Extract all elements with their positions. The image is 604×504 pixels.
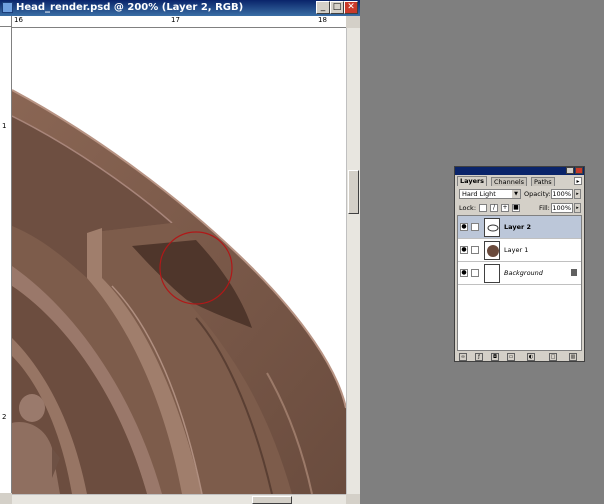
palette-minimize-button[interactable] xyxy=(566,167,574,174)
photoshop-document-icon xyxy=(2,2,13,13)
blend-mode-value: Hard Light xyxy=(462,190,496,198)
layer-2-thumbnail-art xyxy=(487,224,499,232)
document-window: Head_render.psd @ 200% (Layer 2, RGB) _ … xyxy=(0,0,360,504)
ruler-label: 16 xyxy=(14,16,23,24)
palette-tabs: Layers Channels Paths xyxy=(457,176,582,187)
tab-layers[interactable]: Layers xyxy=(457,176,488,186)
layers-palette: Layers Channels Paths ▸ Hard Light ▼ Opa… xyxy=(454,166,585,362)
mask-icon[interactable]: ◘ xyxy=(491,353,499,361)
opacity-field[interactable]: 100% xyxy=(551,189,573,199)
layer-1-thumbnail-art xyxy=(487,245,499,257)
lock-fill-row: Lock: / + ■ Fill: 100% ▸ xyxy=(457,203,582,213)
layer-name: Layer 1 xyxy=(504,246,529,254)
fill-field[interactable]: 100% xyxy=(551,203,573,213)
layer-row-background[interactable]: ● Background xyxy=(458,262,581,285)
adjustment-layer-icon[interactable]: ◐ xyxy=(527,353,535,361)
horizontal-scrollbar[interactable] xyxy=(12,494,346,504)
trash-icon[interactable]: ▥ xyxy=(569,353,577,361)
ruler-label: 2 xyxy=(2,413,7,421)
lock-icon xyxy=(571,269,577,276)
document-title: Head_render.psd @ 200% (Layer 2, RGB) xyxy=(16,2,244,13)
fill-slider-button[interactable]: ▸ xyxy=(574,203,581,213)
new-layer-icon[interactable]: □ xyxy=(549,353,557,361)
render-artwork xyxy=(12,89,346,494)
palette-title-bar[interactable] xyxy=(455,167,584,175)
lock-brush-icon[interactable]: / xyxy=(490,204,498,212)
layer-row-layer-1[interactable]: ● Layer 1 xyxy=(458,239,581,262)
chevron-down-icon: ▼ xyxy=(512,190,520,198)
layer-list: ● Layer 2 ● Layer 1 ● Background xyxy=(457,215,582,351)
visibility-eye-icon[interactable]: ● xyxy=(460,269,468,277)
lock-label: Lock: xyxy=(459,204,477,212)
ruler-origin[interactable] xyxy=(0,16,12,27)
blend-mode-select[interactable]: Hard Light ▼ xyxy=(459,189,521,199)
close-button[interactable]: ✕ xyxy=(344,1,358,14)
vertical-ruler[interactable]: 1 2 xyxy=(0,27,12,493)
layer-thumbnail xyxy=(484,264,500,283)
link-layers-icon[interactable]: ∞ xyxy=(459,353,467,361)
ruler-label: 1 xyxy=(2,122,7,130)
layer-thumbnail xyxy=(484,218,500,237)
layer-thumbnail xyxy=(484,241,500,260)
brush-link-icon[interactable] xyxy=(471,223,479,231)
palette-close-button[interactable] xyxy=(575,167,583,174)
opacity-slider-button[interactable]: ▸ xyxy=(574,189,581,199)
lock-transparency-icon[interactable] xyxy=(479,204,487,212)
vertical-scrollbar[interactable] xyxy=(346,28,360,494)
layer-row-layer-2[interactable]: ● Layer 2 xyxy=(458,216,581,239)
palette-footer: ∞ ƒ ◘ ▭ ◐ □ ▥ xyxy=(457,353,582,361)
lock-all-icon[interactable]: ■ xyxy=(512,204,520,212)
palette-menu-button[interactable]: ▸ xyxy=(574,177,582,185)
new-group-icon[interactable]: ▭ xyxy=(507,353,515,361)
layer-name: Layer 2 xyxy=(504,223,531,231)
ruler-label: 18 xyxy=(318,16,327,24)
vertical-scroll-thumb[interactable] xyxy=(348,170,359,214)
layer-name: Background xyxy=(504,269,543,277)
tab-channels[interactable]: Channels xyxy=(491,177,528,186)
tab-paths[interactable]: Paths xyxy=(531,177,555,186)
maximize-button[interactable]: □ xyxy=(330,1,344,14)
brush-link-icon[interactable] xyxy=(471,246,479,254)
image-canvas[interactable] xyxy=(12,28,346,494)
minimize-button[interactable]: _ xyxy=(316,1,330,14)
visibility-eye-icon[interactable]: ● xyxy=(460,246,468,254)
document-title-bar[interactable]: Head_render.psd @ 200% (Layer 2, RGB) _ … xyxy=(0,0,360,16)
fill-label: Fill: xyxy=(539,204,550,212)
ruler-label: 17 xyxy=(171,16,180,24)
blend-opacity-row: Hard Light ▼ Opacity: 100% ▸ xyxy=(457,189,582,199)
horizontal-ruler[interactable]: 16 17 18 xyxy=(12,16,346,28)
visibility-eye-icon[interactable]: ● xyxy=(460,223,468,231)
figure-head xyxy=(19,394,45,422)
opacity-label: Opacity: xyxy=(524,190,551,198)
lock-move-icon[interactable]: + xyxy=(501,204,509,212)
layer-style-icon[interactable]: ƒ xyxy=(475,353,483,361)
horizontal-scroll-thumb[interactable] xyxy=(252,496,292,504)
brush-link-icon[interactable] xyxy=(471,269,479,277)
